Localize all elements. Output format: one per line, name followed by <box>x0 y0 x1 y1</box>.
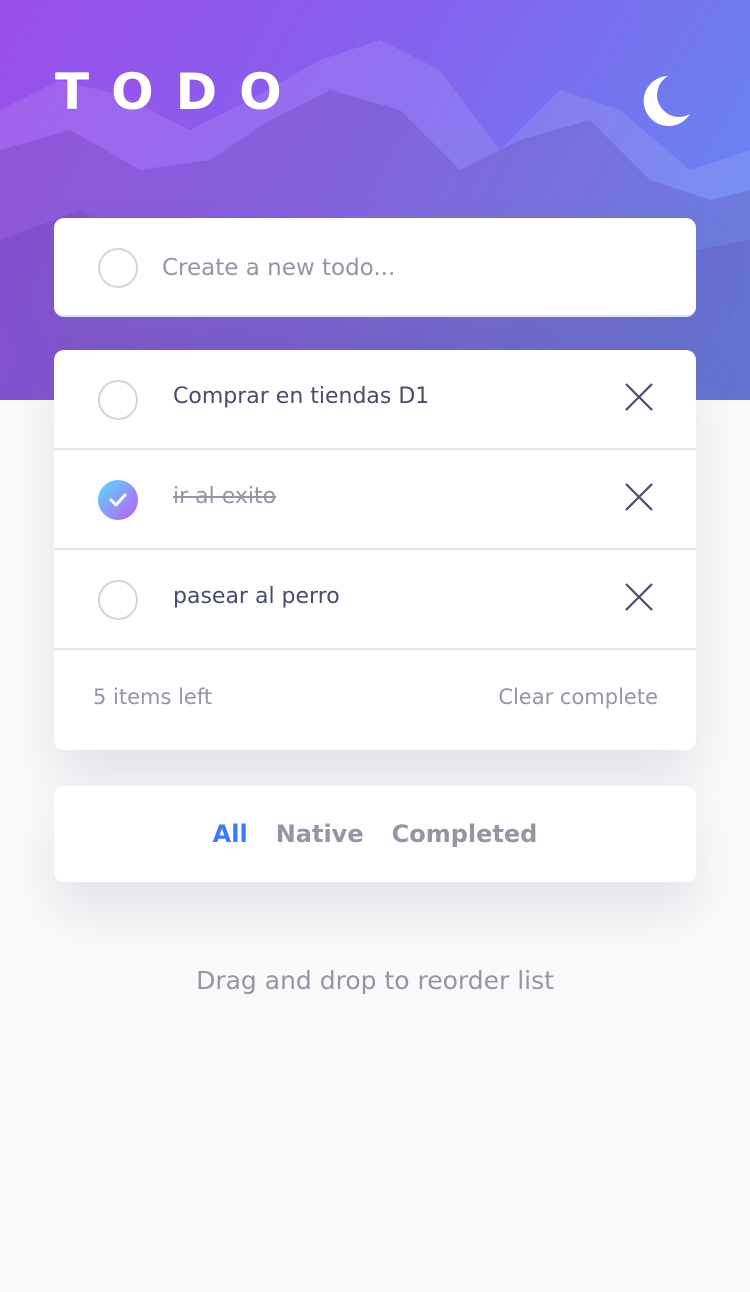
theme-toggle-button[interactable] <box>636 72 694 130</box>
filter-completed[interactable]: Completed <box>392 820 538 848</box>
delete-icon[interactable] <box>622 380 656 414</box>
reorder-hint: Drag and drop to reorder list <box>196 966 554 995</box>
filter-native[interactable]: Native <box>276 820 364 848</box>
items-left-count: 5 items left <box>93 685 213 709</box>
todo-text: pasear al perro <box>173 584 340 609</box>
clear-complete-button[interactable]: Clear complete <box>498 685 658 709</box>
todo-text-completed: ir al exito <box>173 484 277 509</box>
new-todo-check-circle[interactable] <box>98 248 138 288</box>
todo-text: Comprar en tiendas D1 <box>173 384 430 409</box>
filter-all[interactable]: All <box>213 820 248 848</box>
filter-bar: All Native Completed <box>54 786 696 882</box>
todo-item[interactable]: pasear al perro <box>54 550 696 650</box>
moon-icon <box>643 76 690 126</box>
mountains-image <box>0 40 750 400</box>
todo-check-circle-checked[interactable] <box>98 480 138 520</box>
new-todo-input[interactable] <box>162 243 662 293</box>
todo-list: Comprar en tiendas D1 ir al exito pasear… <box>54 350 696 750</box>
new-todo-bar <box>54 218 696 317</box>
todo-check-circle[interactable] <box>98 580 138 620</box>
delete-icon[interactable] <box>622 580 656 614</box>
todo-item[interactable]: ir al exito <box>54 450 696 550</box>
delete-icon[interactable] <box>622 480 656 514</box>
check-icon <box>109 493 127 507</box>
todo-item[interactable]: Comprar en tiendas D1 <box>54 350 696 450</box>
todo-check-circle[interactable] <box>98 380 138 420</box>
header-background: TODO <box>0 0 750 400</box>
app-title: TODO <box>55 63 304 121</box>
